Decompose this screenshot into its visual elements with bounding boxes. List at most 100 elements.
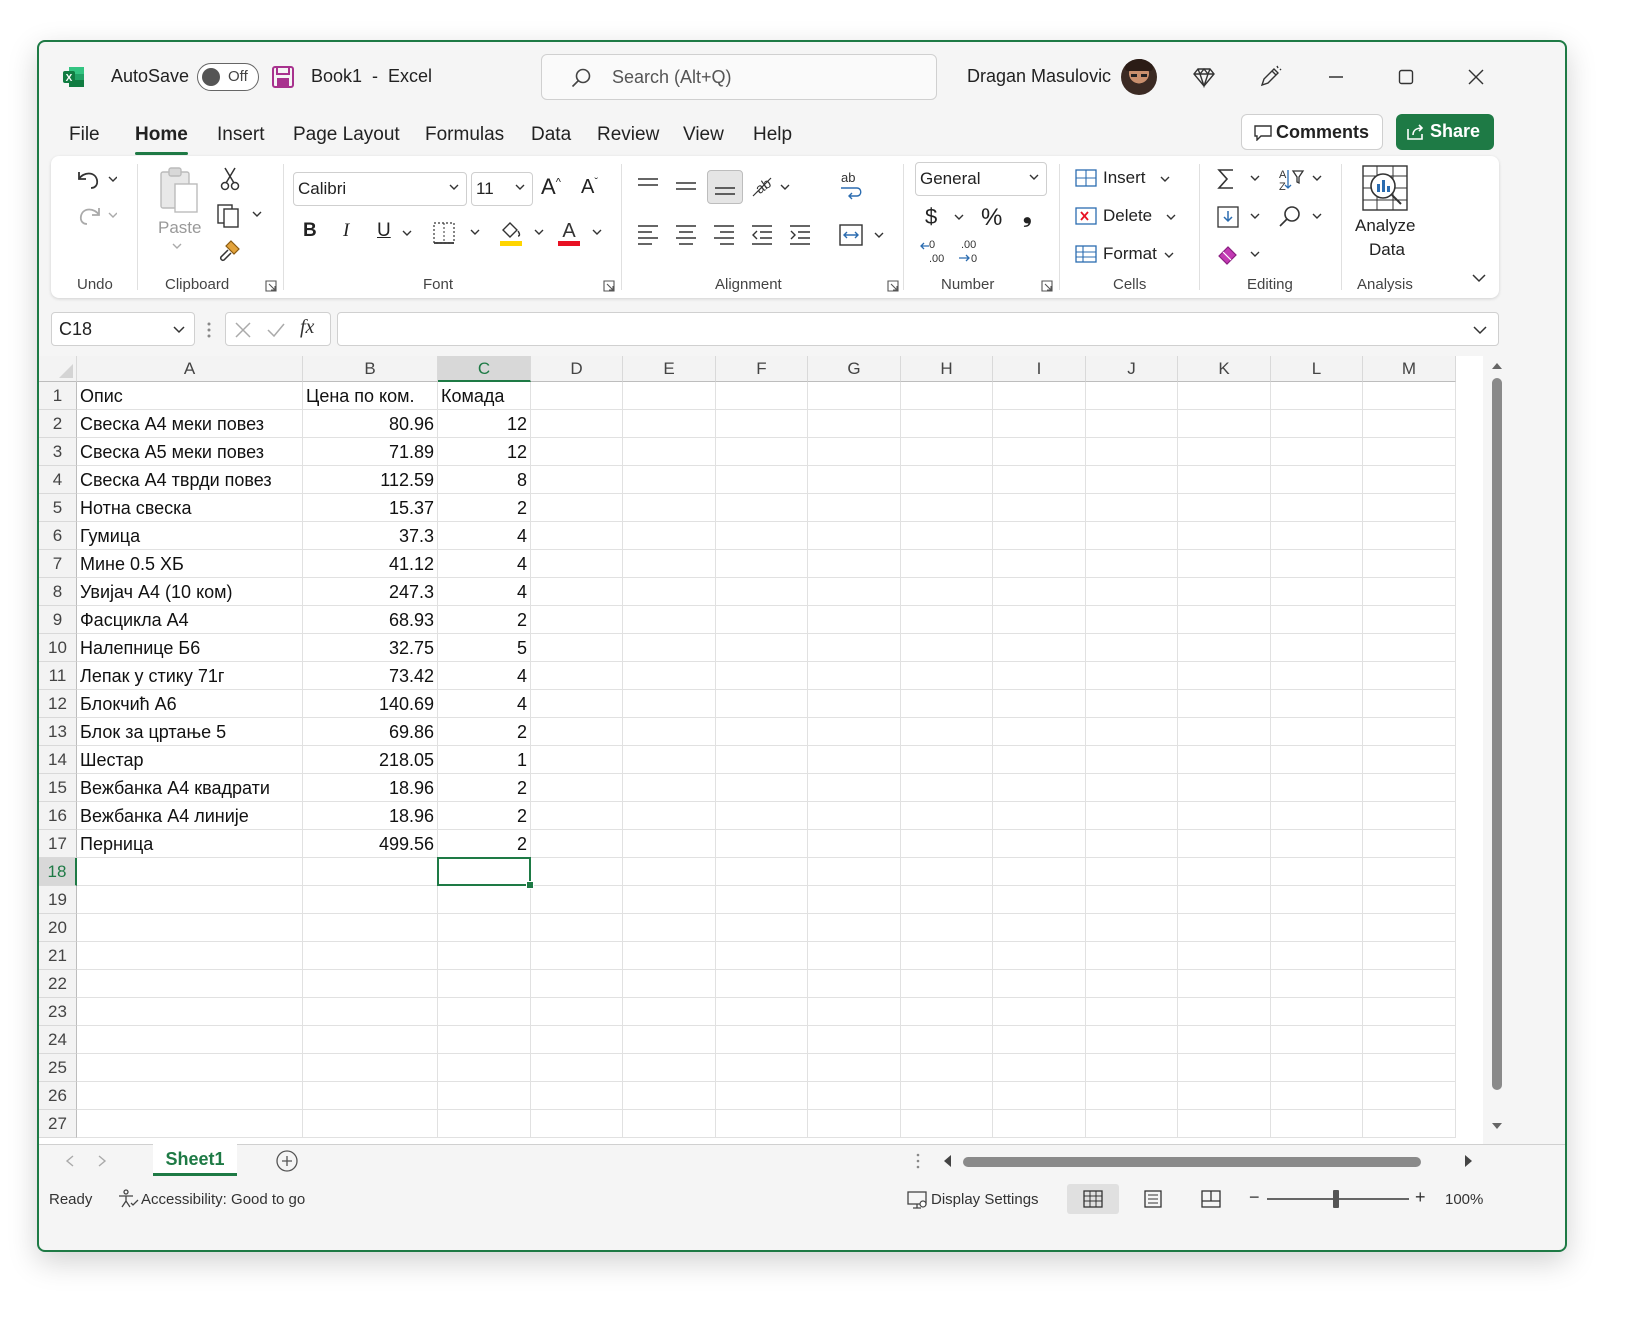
- row-header-15[interactable]: 15: [39, 774, 77, 802]
- next-sheet-icon[interactable]: [97, 1155, 107, 1167]
- maximize-icon[interactable]: [1393, 64, 1419, 90]
- spreadsheet-grid[interactable]: A B C D E F G H I J K L M 1 2 3 4 5 6 7 8 9 10 11 12 13 14 15 16 17 18…: [39, 356, 1483, 1144]
- fill-color-icon[interactable]: [497, 218, 549, 248]
- decrease-indent-icon[interactable]: [749, 222, 775, 246]
- zoom-out-icon[interactable]: −: [1249, 1187, 1260, 1208]
- row-header-11[interactable]: 11: [39, 662, 77, 690]
- cell-a7[interactable]: Мине 0.5 ХБ: [77, 550, 303, 578]
- clipboard-launcher-icon[interactable]: [265, 280, 277, 292]
- tab-help[interactable]: Help: [753, 124, 792, 146]
- cell-a6[interactable]: Гумица: [77, 522, 303, 550]
- cell-b9[interactable]: 68.93: [303, 606, 438, 634]
- normal-view-button[interactable]: [1067, 1184, 1119, 1214]
- column-header-d[interactable]: D: [531, 356, 623, 382]
- row-header-26[interactable]: 26: [39, 1082, 77, 1110]
- redo-icon[interactable]: [73, 202, 117, 228]
- zoom-slider-thumb[interactable]: [1333, 1190, 1339, 1208]
- sort-filter-icon[interactable]: A Z: [1277, 166, 1327, 192]
- scroll-down-icon[interactable]: [1491, 1122, 1503, 1132]
- insert-label[interactable]: Insert: [1103, 168, 1146, 188]
- scroll-up-icon[interactable]: [1491, 360, 1503, 370]
- column-header-j[interactable]: J: [1086, 356, 1178, 382]
- row-header-7[interactable]: 7: [39, 550, 77, 578]
- enter-icon[interactable]: [266, 321, 286, 339]
- analyze-data-icon[interactable]: [1361, 164, 1409, 212]
- orientation-icon[interactable]: ab: [749, 172, 797, 200]
- cell-c11[interactable]: 4: [438, 662, 531, 690]
- cell-a4[interactable]: Свеска А4 тврди повез: [77, 466, 303, 494]
- cell-b5[interactable]: 15.37: [303, 494, 438, 522]
- user-name[interactable]: Dragan Masulovic: [967, 66, 1111, 87]
- row-header-6[interactable]: 6: [39, 522, 77, 550]
- cell-c8[interactable]: 4: [438, 578, 531, 606]
- cell-a16[interactable]: Вежбанка А4 линије: [77, 802, 303, 830]
- insert-chevron-icon[interactable]: [1159, 174, 1171, 184]
- cell-b8[interactable]: 247.3: [303, 578, 438, 606]
- cell-b16[interactable]: 18.96: [303, 802, 438, 830]
- avatar[interactable]: [1121, 59, 1157, 95]
- paste-icon[interactable]: [157, 166, 201, 216]
- cell-a1[interactable]: Опис: [77, 382, 303, 410]
- bold-icon[interactable]: B: [303, 220, 317, 242]
- row-header-9[interactable]: 9: [39, 606, 77, 634]
- zoom-level[interactable]: 100%: [1445, 1191, 1483, 1208]
- font-launcher-icon[interactable]: [603, 280, 615, 292]
- row-header-3[interactable]: 3: [39, 438, 77, 466]
- tab-home[interactable]: Home: [135, 124, 188, 155]
- cell-a3[interactable]: Свеска А5 меки повез: [77, 438, 303, 466]
- row-header-8[interactable]: 8: [39, 578, 77, 606]
- cell-b7[interactable]: 41.12: [303, 550, 438, 578]
- row-header-16[interactable]: 16: [39, 802, 77, 830]
- format-painter-icon[interactable]: [217, 238, 243, 264]
- accessibility-icon[interactable]: [117, 1189, 139, 1209]
- pen-icon[interactable]: [1257, 64, 1283, 90]
- cell-a17[interactable]: Перница: [77, 830, 303, 858]
- cell-b1[interactable]: Цена по ком.: [303, 382, 438, 410]
- align-top-icon[interactable]: [635, 174, 661, 198]
- tab-view[interactable]: View: [683, 124, 724, 146]
- insert-function-icon[interactable]: fx: [300, 316, 314, 339]
- underline-icon[interactable]: U: [377, 220, 391, 242]
- row-header-2[interactable]: 2: [39, 410, 77, 438]
- page-break-view-button[interactable]: [1185, 1184, 1237, 1214]
- shrink-font-icon[interactable]: Aˇ: [581, 176, 598, 199]
- row-header-10[interactable]: 10: [39, 634, 77, 662]
- cell-b13[interactable]: 69.86: [303, 718, 438, 746]
- expand-formula-chevron-icon[interactable]: [1472, 325, 1488, 335]
- align-right-icon[interactable]: [711, 222, 737, 246]
- tab-file[interactable]: File: [69, 124, 100, 146]
- row-header-1[interactable]: 1: [39, 382, 77, 410]
- prev-sheet-icon[interactable]: [65, 1155, 75, 1167]
- diamond-icon[interactable]: [1191, 64, 1217, 90]
- column-header-g[interactable]: G: [808, 356, 901, 382]
- format-label[interactable]: Format: [1103, 244, 1157, 264]
- cell-b3[interactable]: 71.89: [303, 438, 438, 466]
- sheet-tab-sheet1[interactable]: Sheet1: [153, 1144, 237, 1176]
- column-header-b[interactable]: B: [303, 356, 438, 382]
- comma-style-icon[interactable]: ❟: [1023, 202, 1032, 228]
- merge-center-icon[interactable]: [837, 222, 893, 248]
- cell-a14[interactable]: Шестар: [77, 746, 303, 774]
- cell-a5[interactable]: Нотна свеска: [77, 494, 303, 522]
- autosave-toggle[interactable]: Off: [197, 63, 259, 91]
- cell-c5[interactable]: 2: [438, 494, 531, 522]
- row-header-14[interactable]: 14: [39, 746, 77, 774]
- cell-a2[interactable]: Свеска А4 меки повез: [77, 410, 303, 438]
- accessibility-status[interactable]: Accessibility: Good to go: [141, 1191, 305, 1208]
- name-box[interactable]: C18: [51, 312, 195, 346]
- copy-icon[interactable]: [215, 202, 267, 228]
- row-header-4[interactable]: 4: [39, 466, 77, 494]
- number-format-dropdown[interactable]: General: [915, 162, 1047, 196]
- row-header-21[interactable]: 21: [39, 942, 77, 970]
- increase-indent-icon[interactable]: [787, 222, 813, 246]
- tab-page-layout[interactable]: Page Layout: [293, 124, 400, 146]
- drag-handle-icon[interactable]: [205, 320, 213, 340]
- cell-b11[interactable]: 73.42: [303, 662, 438, 690]
- cancel-icon[interactable]: [234, 321, 252, 339]
- borders-icon[interactable]: [431, 220, 483, 246]
- delete-cells-icon[interactable]: [1073, 204, 1099, 228]
- format-chevron-icon[interactable]: [1163, 250, 1175, 260]
- column-header-e[interactable]: E: [623, 356, 716, 382]
- select-all-corner[interactable]: [39, 356, 77, 382]
- row-header-18[interactable]: 18: [39, 858, 77, 886]
